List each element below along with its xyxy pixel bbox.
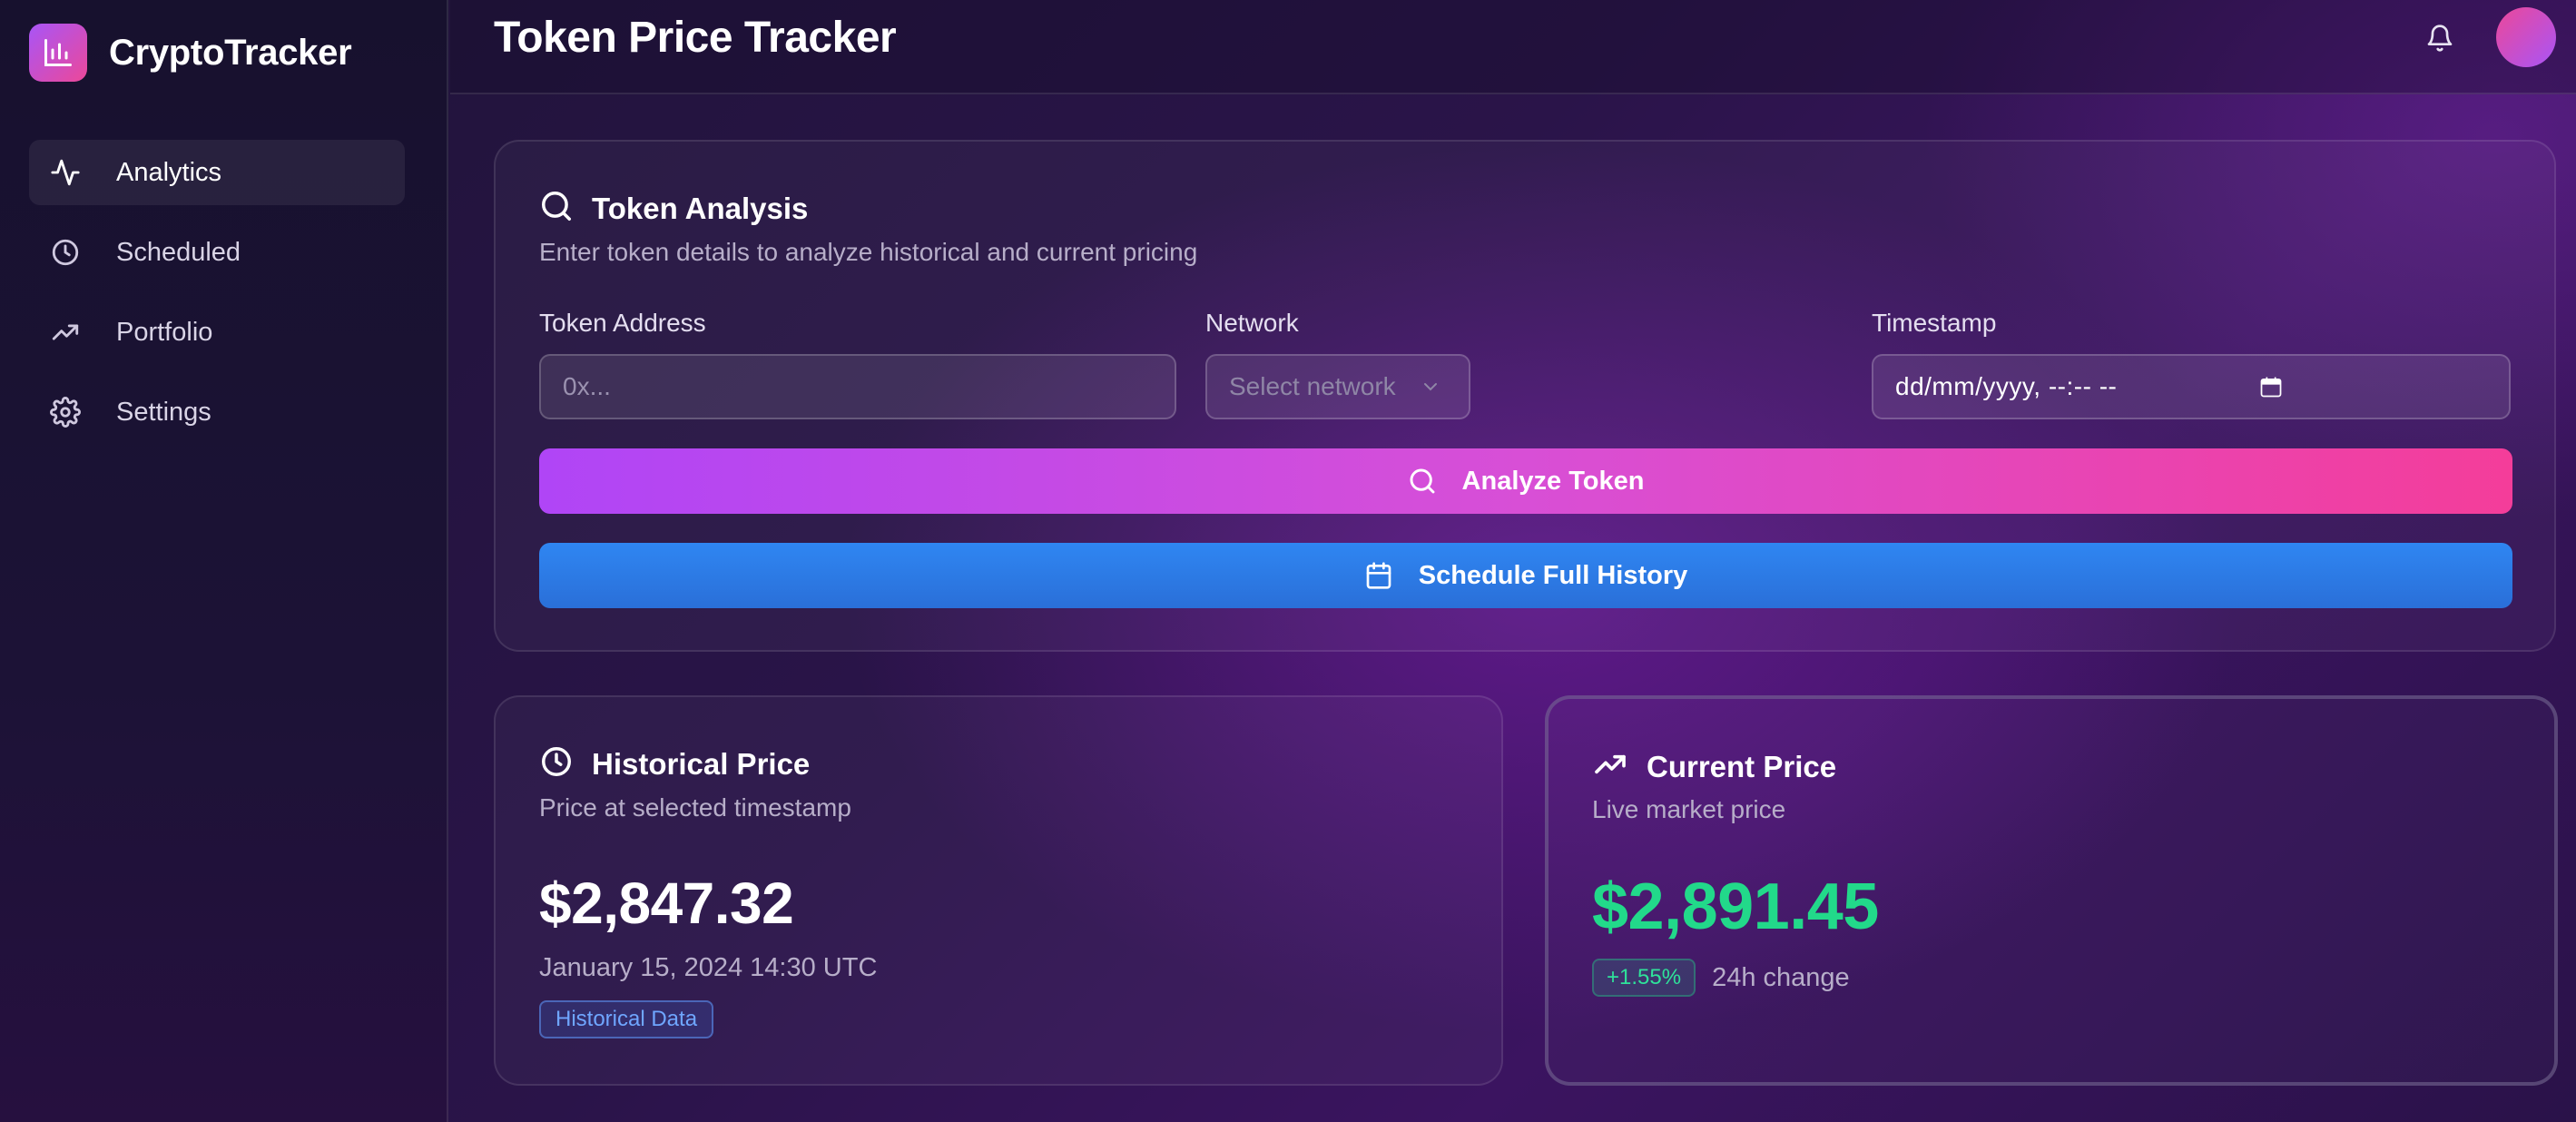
calendar-icon — [1364, 561, 1393, 590]
brand-name: CryptoTracker — [109, 32, 352, 73]
sidebar-item-label: Settings — [116, 397, 211, 427]
card-title: Current Price — [1647, 749, 1837, 783]
network-select-value: Select network — [1229, 372, 1396, 400]
schedule-full-history-button[interactable]: Schedule Full History — [539, 543, 2512, 608]
timestamp-label: Timestamp — [1872, 309, 1997, 337]
app-root: CryptoTracker Analytics Scheduled Portfo… — [0, 0, 2576, 1122]
sidebar-item-label: Scheduled — [116, 237, 241, 267]
sidebar: CryptoTracker Analytics Scheduled Portfo… — [0, 0, 448, 1122]
token-address-input[interactable] — [539, 354, 1176, 419]
activity-icon — [49, 156, 82, 189]
card-subtitle: Price at selected timestamp — [539, 793, 851, 822]
historical-price-value: $2,847.32 — [539, 871, 794, 936]
sidebar-item-label: Analytics — [116, 157, 222, 187]
network-select[interactable]: Select network — [1205, 354, 1470, 419]
current-price-card: Current Price Live market price $2,891.4… — [1545, 695, 2558, 1086]
bar-chart-icon — [29, 24, 87, 82]
token-analysis-card: Token Analysis Enter token details to an… — [494, 140, 2556, 652]
price-change-row: +1.55% 24h change — [1592, 959, 1850, 997]
card-subtitle: Enter token details to analyze historica… — [539, 238, 1198, 266]
chevron-down-icon — [1420, 376, 1441, 398]
historical-data-badge: Historical Data — [539, 1000, 714, 1038]
top-header: Token Price Tracker — [450, 0, 2576, 94]
brand[interactable]: CryptoTracker — [29, 24, 352, 82]
price-change-label: 24h change — [1712, 962, 1850, 992]
gear-icon — [49, 396, 82, 428]
sidebar-item-analytics[interactable]: Analytics — [29, 140, 405, 205]
analyze-token-button[interactable]: Analyze Token — [539, 448, 2512, 514]
card-header: Token Analysis — [539, 189, 808, 228]
trending-up-icon — [49, 316, 82, 349]
bell-icon[interactable] — [2422, 20, 2458, 56]
card-header: Historical Price — [539, 744, 810, 783]
sidebar-item-scheduled[interactable]: Scheduled — [29, 220, 405, 285]
card-title: Token Analysis — [592, 191, 809, 225]
page-title: Token Price Tracker — [494, 14, 897, 62]
sidebar-item-label: Portfolio — [116, 317, 213, 347]
historical-price-card: Historical Price Price at selected times… — [494, 695, 1503, 1086]
search-icon — [1408, 467, 1437, 496]
search-icon — [539, 189, 574, 228]
analyze-token-label: Analyze Token — [1461, 466, 1645, 496]
historical-price-date: January 15, 2024 14:30 UTC — [539, 953, 878, 982]
card-subtitle: Live market price — [1592, 795, 1786, 823]
avatar[interactable] — [2496, 7, 2556, 67]
timestamp-value: dd/mm/yyyy, --:-- -- — [1895, 372, 2118, 400]
sidebar-nav: Analytics Scheduled Portfolio Settings — [29, 140, 405, 459]
token-address-label: Token Address — [539, 309, 706, 337]
sidebar-item-settings[interactable]: Settings — [29, 379, 405, 445]
clock-icon — [539, 744, 574, 783]
trending-up-icon — [1592, 746, 1628, 787]
schedule-full-history-label: Schedule Full History — [1418, 560, 1688, 590]
card-title: Historical Price — [592, 746, 811, 781]
sidebar-item-portfolio[interactable]: Portfolio — [29, 300, 405, 365]
price-change-badge: +1.55% — [1592, 959, 1696, 997]
current-price-value: $2,891.45 — [1592, 871, 1879, 943]
timestamp-input[interactable]: dd/mm/yyyy, --:-- -- — [1872, 354, 2511, 419]
calendar-icon[interactable] — [2258, 374, 2284, 406]
network-label: Network — [1205, 309, 1299, 337]
card-header: Current Price — [1592, 746, 1836, 787]
clock-icon — [49, 236, 82, 269]
